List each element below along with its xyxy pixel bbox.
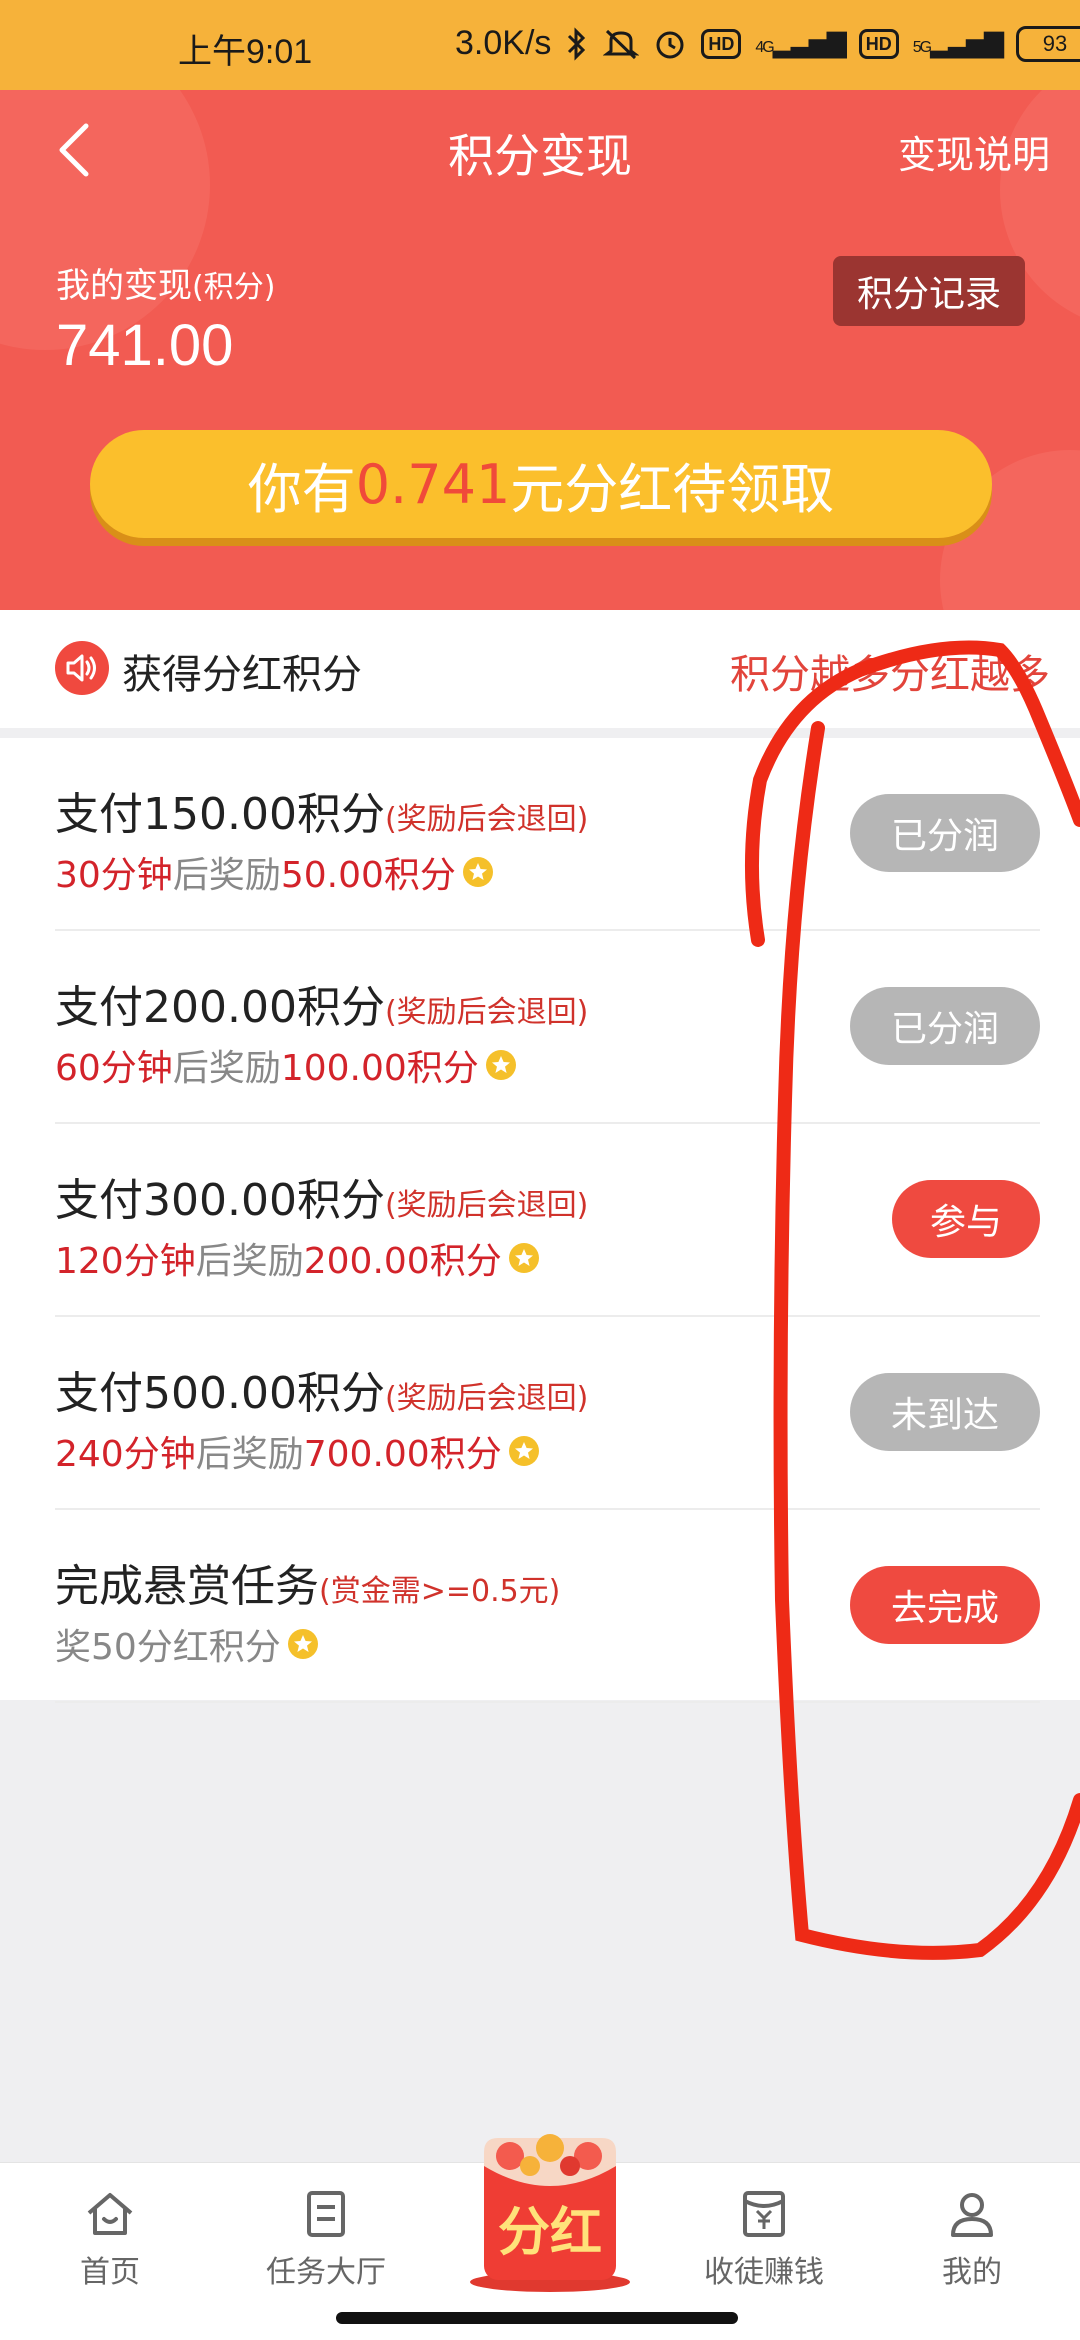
task-reward-line: 240分钟 后奖励 700.00积分	[55, 1425, 540, 1477]
task-status-button[interactable]: 未到达	[850, 1373, 1040, 1451]
task-time: 240分钟	[55, 1434, 196, 1475]
home-indicator[interactable]	[336, 2312, 738, 2324]
star-coin-icon	[508, 1436, 539, 1466]
task-list: 支付150.00积分(奖励后会退回) 30分钟 后奖励 50.00积分 已分润 支付…	[0, 738, 1080, 1703]
nav-invite-label: 收徒赚钱	[704, 2255, 824, 2290]
task-reward: 100.00积分	[280, 1048, 479, 1089]
notice-slogan: 积分越多分红越多	[730, 652, 1050, 698]
nav-mine[interactable]: 我的	[882, 2187, 1062, 2291]
dividend-prefix: 你有	[247, 457, 356, 521]
network-speed: 3.0K/s	[455, 24, 552, 62]
task-note: (奖励后会退回)	[384, 802, 589, 837]
home-icon	[87, 2193, 133, 2235]
hd-badge: HD	[701, 28, 742, 59]
bounty-title: 完成悬赏任务(赏金需>=0.5元)	[55, 1550, 560, 1614]
notice-row: 获得分红积分 积分越多分红越多	[0, 610, 1080, 728]
go-complete-button[interactable]: 去完成	[850, 1566, 1040, 1644]
task-mid: 后奖励	[195, 1241, 304, 1282]
signal-5g-icon: 5G▂▃▅▇	[912, 28, 1004, 58]
task-list-icon	[307, 2191, 345, 2237]
task-title: 支付300.00积分(奖励后会退回)	[55, 1164, 588, 1228]
status-bar: 上午9:01 3.0K/s HD 4G▂▃▅▇ HD 5G▂▃▅▇ 93	[0, 0, 1080, 90]
yen-envelope-icon	[743, 2191, 785, 2237]
status-time: 上午9:01	[178, 33, 313, 71]
hd-badge-2: HD	[858, 28, 899, 59]
task-row: 支付500.00积分(奖励后会退回) 240分钟 后奖励 700.00积分 未到达	[55, 1317, 1040, 1510]
task-time: 30分钟	[55, 855, 173, 896]
claim-dividend-button[interactable]: 你有 0.741 元分红待领取	[90, 430, 992, 538]
points-record-button[interactable]: 积分记录	[833, 256, 1025, 326]
status-icons: 3.0K/s HD 4G▂▃▅▇ HD 5G▂▃▅▇ 93	[455, 24, 1080, 63]
nav-tasks-label: 任务大厅	[266, 2255, 386, 2290]
task-pay: 支付200.00积分	[55, 982, 385, 1033]
nav-invite[interactable]: 收徒赚钱	[674, 2187, 854, 2291]
task-time: 60分钟	[55, 1048, 173, 1089]
nav-home-label: 首页	[80, 2255, 140, 2290]
task-mid: 后奖励	[172, 1048, 281, 1089]
task-row: 支付300.00积分(奖励后会退回) 120分钟 后奖励 200.00积分 参与	[55, 1124, 1040, 1317]
signal-4g-icon: 4G▂▃▅▇	[755, 28, 846, 58]
alarm-icon	[656, 31, 684, 58]
task-title: 支付200.00积分(奖励后会退回)	[55, 971, 588, 1035]
notice-title: 获得分红积分	[122, 652, 362, 698]
task-pay: 支付300.00积分	[55, 1175, 385, 1226]
dividend-amount: 0.741	[355, 452, 511, 516]
join-button[interactable]: 参与	[892, 1180, 1040, 1258]
task-reward: 200.00积分	[303, 1241, 502, 1282]
task-pay: 支付500.00积分	[55, 1368, 385, 1419]
star-coin-icon	[508, 1243, 539, 1273]
net-5g-label: 5G	[912, 39, 932, 56]
nav-mine-label: 我的	[942, 2255, 1002, 2290]
mute-icon	[603, 29, 640, 59]
task-status-button[interactable]: 已分润	[850, 987, 1040, 1065]
nav-tasks[interactable]: 任务大厅	[236, 2187, 416, 2291]
bounty-title-text: 完成悬赏任务	[55, 1561, 319, 1612]
bluetooth-icon	[568, 26, 586, 61]
task-row: 支付150.00积分(奖励后会退回) 30分钟 后奖励 50.00积分 已分润	[55, 738, 1040, 931]
battery-icon: 93	[1016, 25, 1080, 62]
my-points-label-text: 我的变现	[56, 266, 192, 306]
my-points-label: 我的变现(积分)	[56, 258, 275, 307]
task-row: 支付200.00积分(奖励后会退回) 60分钟 后奖励 100.00积分 已分润	[55, 931, 1040, 1124]
nav-home[interactable]: 首页	[20, 2187, 200, 2291]
task-reward-line: 30分钟 后奖励 50.00积分	[55, 846, 494, 898]
user-icon	[951, 2193, 993, 2237]
speaker-icon	[55, 641, 109, 695]
task-reward: 700.00积分	[303, 1434, 502, 1475]
explain-link[interactable]: 变现说明	[898, 124, 1050, 179]
task-mid: 后奖励	[195, 1434, 304, 1475]
task-note: (奖励后会退回)	[384, 995, 589, 1030]
task-note: (奖励后会退回)	[384, 1188, 589, 1223]
task-note: (奖励后会退回)	[384, 1381, 589, 1416]
task-reward: 50.00积分	[280, 855, 456, 896]
task-reward-line: 60分钟 后奖励 100.00积分	[55, 1039, 517, 1091]
nav-dividend[interactable]: 分红	[466, 2126, 634, 2294]
task-reward-line: 120分钟 后奖励 200.00积分	[55, 1232, 540, 1284]
dividend-suffix: 元分红待领取	[510, 457, 835, 521]
bounty-task-row: 完成悬赏任务(赏金需>=0.5元) 奖50分红积分 去完成	[55, 1510, 1040, 1703]
task-title: 支付150.00积分(奖励后会退回)	[55, 778, 588, 842]
bounty-reward: 奖50分红积分	[55, 1627, 281, 1668]
my-points-unit: (积分)	[192, 270, 276, 305]
header-panel: 积分变现 变现说明 我的变现(积分) 741.00 积分记录 你有 0.741 元分…	[0, 90, 1080, 610]
bounty-note: (赏金需>=0.5元)	[319, 1574, 561, 1609]
net-4g-label: 4G	[755, 39, 774, 56]
bounty-reward-line: 奖50分红积分	[55, 1618, 319, 1670]
task-mid: 后奖励	[172, 855, 281, 896]
star-coin-icon	[485, 1050, 516, 1080]
star-coin-icon	[462, 857, 493, 887]
my-points-value: 741.00	[56, 313, 234, 378]
task-title: 支付500.00积分(奖励后会退回)	[55, 1357, 588, 1421]
task-pay: 支付150.00积分	[55, 789, 385, 840]
task-time: 120分钟	[55, 1241, 196, 1282]
nav-dividend-label: 分红	[497, 2203, 602, 2263]
task-status-button[interactable]: 已分润	[850, 794, 1040, 872]
star-coin-icon	[287, 1629, 318, 1659]
